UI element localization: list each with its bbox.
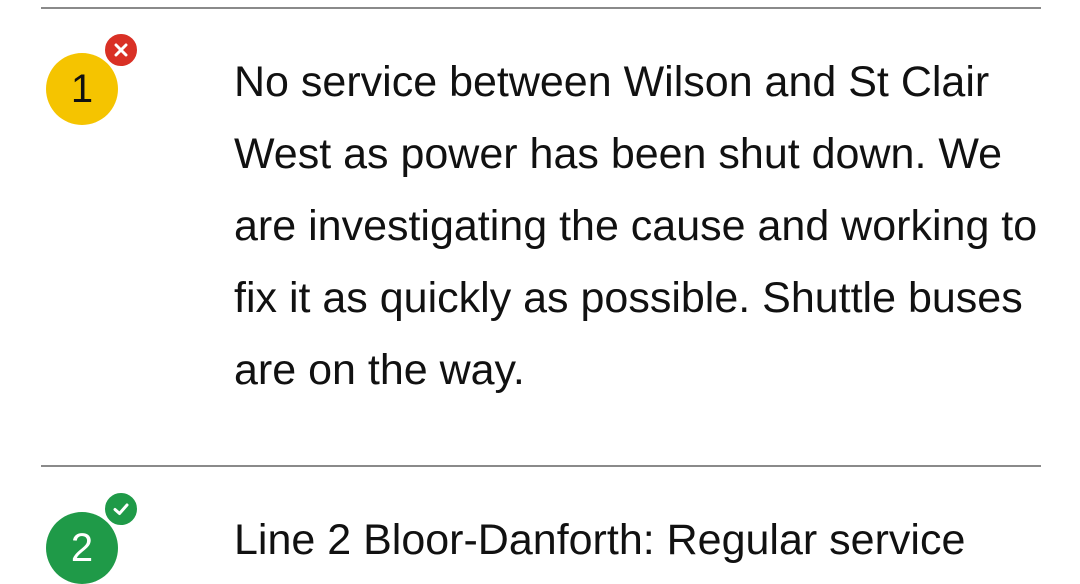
line-number-label: 2 (70, 525, 94, 570)
divider-middle (41, 465, 1041, 467)
line-number-label: 1 (70, 66, 94, 111)
alert-message: No service between Wilson and St Clair W… (234, 58, 1038, 394)
close-icon (103, 32, 139, 68)
line-1-badge: 1 (46, 53, 118, 125)
line-2-badge: 2 (46, 512, 118, 584)
check-icon (103, 491, 139, 527)
alert-message: Line 2 Bloor-Danforth: Regular service (234, 516, 966, 564)
divider-top (41, 7, 1041, 9)
